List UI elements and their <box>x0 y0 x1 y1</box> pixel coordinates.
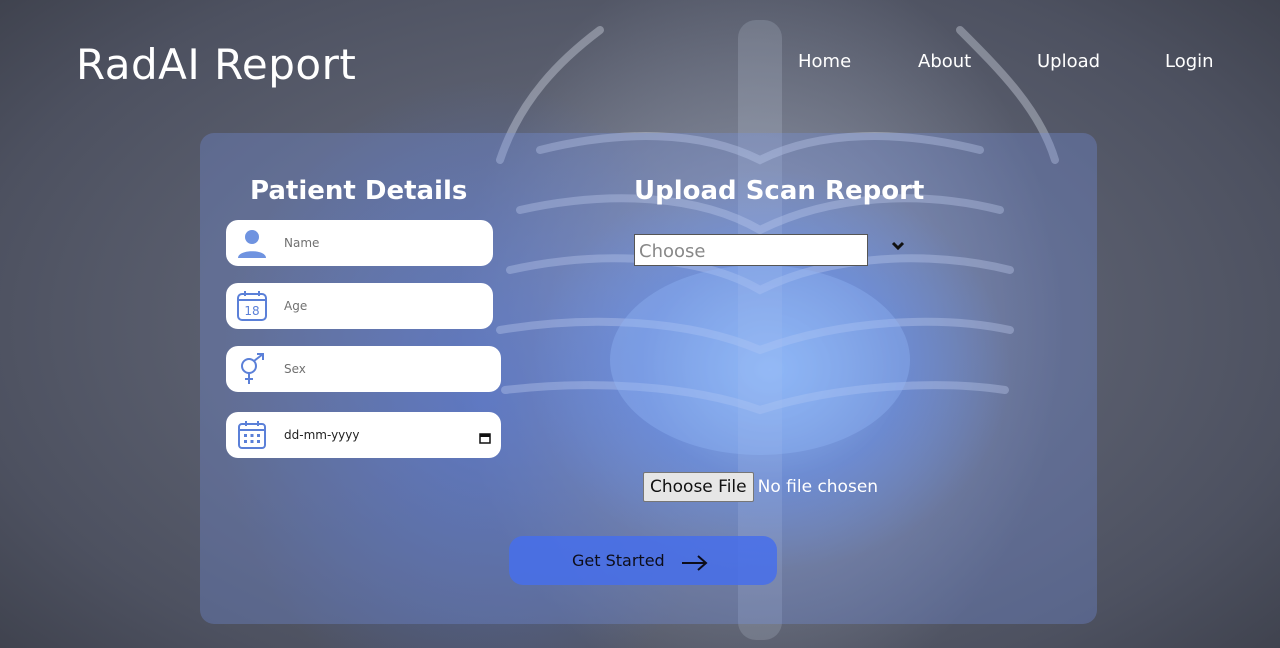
upload-scan-heading: Upload Scan Report <box>634 176 925 206</box>
sex-field[interactable] <box>226 346 501 392</box>
age-icon-number: 18 <box>244 304 259 318</box>
choose-file-button[interactable]: Choose File <box>643 472 754 502</box>
nav-upload[interactable]: Upload <box>1037 51 1100 72</box>
top-nav: Home About Upload Login <box>0 51 1280 77</box>
date-picker-icon[interactable] <box>479 429 491 444</box>
name-field[interactable] <box>226 220 493 266</box>
get-started-button[interactable]: Get Started <box>509 536 777 585</box>
date-input-value[interactable]: dd-mm-yyyy <box>284 428 359 442</box>
calendar-icon <box>236 419 268 451</box>
scan-type-select[interactable]: Choose <box>634 234 868 266</box>
gender-icon <box>236 353 268 385</box>
get-started-label: Get Started <box>572 551 665 570</box>
file-upload: Choose File No file chosen <box>643 472 878 502</box>
arrow-right-icon <box>681 554 709 572</box>
chevron-down-icon[interactable] <box>890 238 906 252</box>
calendar-number-icon: 18 <box>236 290 268 322</box>
age-field[interactable]: 18 <box>226 283 493 329</box>
nav-home[interactable]: Home <box>798 51 851 72</box>
nav-about[interactable]: About <box>918 51 971 72</box>
nav-login[interactable]: Login <box>1165 51 1214 72</box>
name-input[interactable] <box>284 236 481 250</box>
patient-details-heading: Patient Details <box>250 176 468 206</box>
age-input[interactable] <box>284 299 481 313</box>
file-status-text: No file chosen <box>757 477 879 497</box>
sex-input[interactable] <box>284 362 489 376</box>
user-icon <box>236 227 268 259</box>
date-field[interactable]: dd-mm-yyyy <box>226 412 501 458</box>
